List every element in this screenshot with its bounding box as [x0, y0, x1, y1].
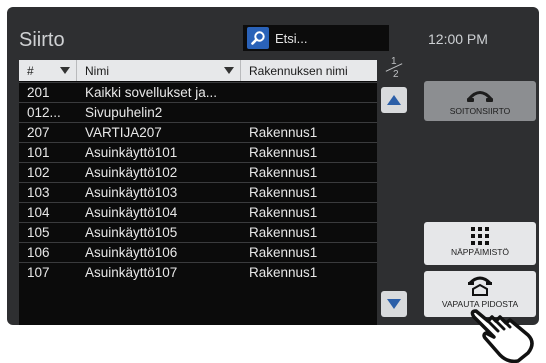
handset-release-icon	[468, 276, 492, 296]
table-row[interactable]: 207 VARTIJA207 Rakennus1	[19, 122, 377, 142]
column-header-name[interactable]: Nimi	[77, 60, 241, 81]
table-row[interactable]: 103 Asuinkäyttö103 Rakennus1	[19, 182, 377, 202]
scroll-down-button[interactable]	[381, 291, 407, 317]
page-indicator: 1 2	[379, 56, 409, 80]
keypad-button[interactable]: NÄPPÄIMISTÖ	[424, 222, 536, 265]
keypad-label: NÄPPÄIMISTÖ	[450, 247, 510, 257]
table-row[interactable]: 106 Asuinkäyttö106 Rakennus1	[19, 242, 377, 262]
pointing-hand-icon	[470, 309, 534, 363]
page-title: Siirto	[19, 29, 65, 51]
table-header: # Nimi Rakennuksen nimi	[19, 60, 377, 81]
table-row[interactable]: 102 Asuinkäyttö102 Rakennus1	[19, 162, 377, 182]
table-row[interactable]: 101 Asuinkäyttö101 Rakennus1	[19, 142, 377, 162]
sort-arrow-icon	[60, 67, 70, 74]
table-row[interactable]: 104 Asuinkäyttö104 Rakennus1	[19, 202, 377, 222]
column-header-building[interactable]: Rakennuksen nimi	[241, 60, 377, 81]
contact-table: # Nimi Rakennuksen nimi 201 Kaikki sovel…	[19, 60, 377, 325]
handset-icon	[467, 91, 493, 102]
triangle-up-icon	[387, 95, 401, 105]
triangle-down-icon	[387, 299, 401, 309]
page-total: 2	[393, 69, 399, 80]
sort-arrow-icon	[224, 67, 234, 74]
transfer-button[interactable]: SOITONSIIRTO	[424, 81, 536, 121]
table-row[interactable]: 107 Asuinkäyttö107 Rakennus1	[19, 262, 377, 282]
search-icon[interactable]	[247, 27, 269, 49]
scroll-up-button[interactable]	[381, 87, 407, 113]
device-screen: Siirto Etsi... 12:00 PM # Nimi Rakennuks…	[7, 7, 539, 325]
search-box[interactable]: Etsi...	[243, 25, 389, 51]
column-header-number[interactable]: #	[19, 60, 77, 81]
table-row[interactable]: 012... Sivupuhelin2	[19, 102, 377, 122]
table-row[interactable]: 201 Kaikki sovellukset ja...	[19, 82, 377, 102]
transfer-label: SOITONSIIRTO	[449, 106, 511, 116]
table-row[interactable]: 105 Asuinkäyttö105 Rakennus1	[19, 222, 377, 242]
keypad-icon	[471, 227, 489, 245]
search-placeholder: Etsi...	[275, 30, 308, 46]
clock: 12:00 PM	[428, 31, 488, 47]
